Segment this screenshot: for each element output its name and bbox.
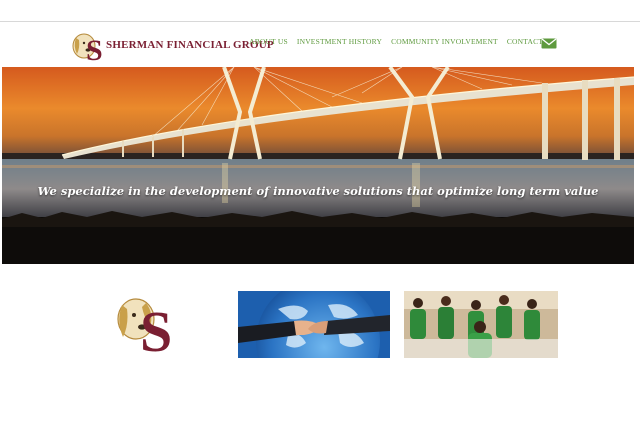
hero-banner: We specialize in the development of inno… bbox=[2, 67, 634, 264]
top-divider bbox=[0, 21, 640, 22]
nav-community-involvement[interactable]: COMMUNITY INVOLVEMENT bbox=[391, 37, 498, 46]
handshake-globe-tile[interactable] bbox=[238, 291, 390, 358]
nav-investment-history[interactable]: INVESTMENT HISTORY bbox=[297, 37, 382, 46]
sherman-logo-tile[interactable]: S bbox=[110, 291, 190, 358]
dog-logo-large-icon: S bbox=[117, 298, 172, 358]
mail-icon[interactable] bbox=[541, 38, 557, 49]
hero-tagline: We specialize in the development of inno… bbox=[37, 184, 599, 198]
community-children-tile[interactable] bbox=[404, 291, 558, 358]
logo-letter: S bbox=[86, 34, 103, 64]
dog-logo-icon: S bbox=[72, 33, 103, 64]
handshake-globe-image bbox=[238, 291, 390, 358]
nav-about-us[interactable]: ABOUT US bbox=[249, 37, 288, 46]
site-logo[interactable]: S SHERMAN FINANCIAL GROUP bbox=[70, 30, 274, 64]
bridge-sunset-image bbox=[2, 67, 634, 264]
main-nav: ABOUT US INVESTMENT HISTORY COMMUNITY IN… bbox=[249, 37, 555, 46]
logo-letter-large: S bbox=[140, 299, 172, 358]
children-uniforms-image bbox=[404, 291, 558, 358]
